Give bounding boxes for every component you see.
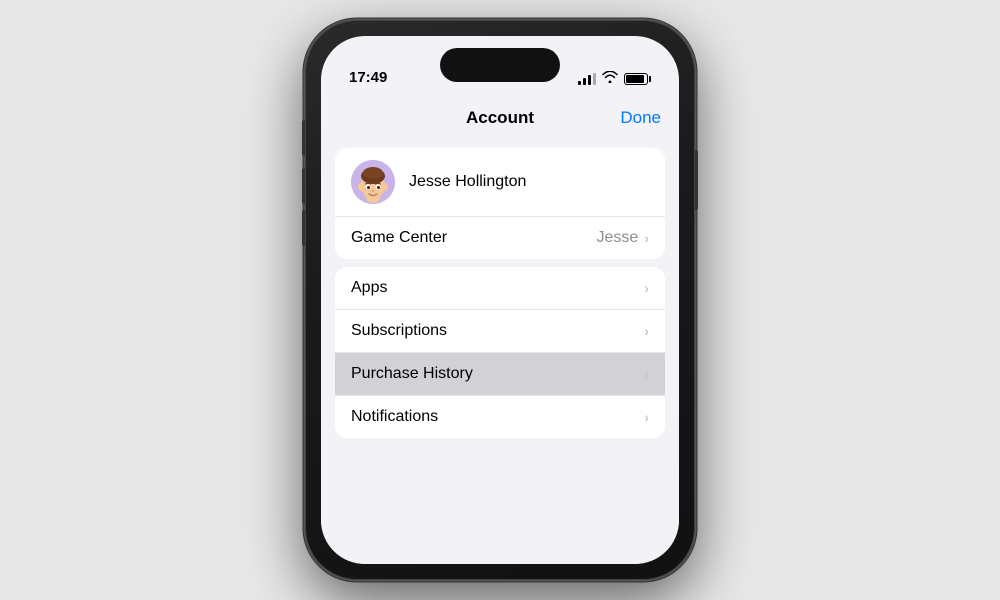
phone-frame: 17:49 xyxy=(305,20,695,580)
phone-screen: 17:49 xyxy=(321,36,679,564)
notifications-row[interactable]: Notifications › xyxy=(335,395,665,438)
profile-name: Jesse Hollington xyxy=(409,173,526,191)
apps-label: Apps xyxy=(351,279,644,297)
purchase-history-label: Purchase History xyxy=(351,365,644,383)
subscriptions-label: Subscriptions xyxy=(351,322,644,340)
menu-section: Apps › Subscriptions › Purchase History … xyxy=(335,267,665,438)
account-sheet: Account Done xyxy=(321,92,679,564)
status-icons xyxy=(578,71,651,86)
signal-icon xyxy=(578,73,596,85)
game-center-row[interactable]: Game Center Jesse › xyxy=(335,217,665,259)
game-center-value: Jesse xyxy=(597,229,639,247)
profile-section: Jesse Hollington Game Center Jesse › xyxy=(335,148,665,259)
notifications-label: Notifications xyxy=(351,408,644,426)
purchase-history-row[interactable]: Purchase History › xyxy=(335,352,665,395)
game-center-label: Game Center xyxy=(351,229,597,247)
apps-row[interactable]: Apps › xyxy=(335,267,665,309)
sheet-header: Account Done xyxy=(321,92,679,140)
sheet-title: Account xyxy=(466,108,534,128)
done-button[interactable]: Done xyxy=(620,108,661,128)
wifi-icon xyxy=(602,71,618,86)
game-center-chevron: › xyxy=(644,230,649,246)
apps-chevron: › xyxy=(644,280,649,296)
notifications-chevron: › xyxy=(644,409,649,425)
subscriptions-chevron: › xyxy=(644,323,649,339)
purchase-history-chevron: › xyxy=(644,366,649,382)
subscriptions-row[interactable]: Subscriptions › xyxy=(335,309,665,352)
dynamic-island xyxy=(440,48,560,82)
avatar xyxy=(351,160,395,204)
battery-icon xyxy=(624,73,651,85)
phone-wrapper: 17:49 xyxy=(305,20,695,580)
profile-row[interactable]: Jesse Hollington xyxy=(335,148,665,217)
